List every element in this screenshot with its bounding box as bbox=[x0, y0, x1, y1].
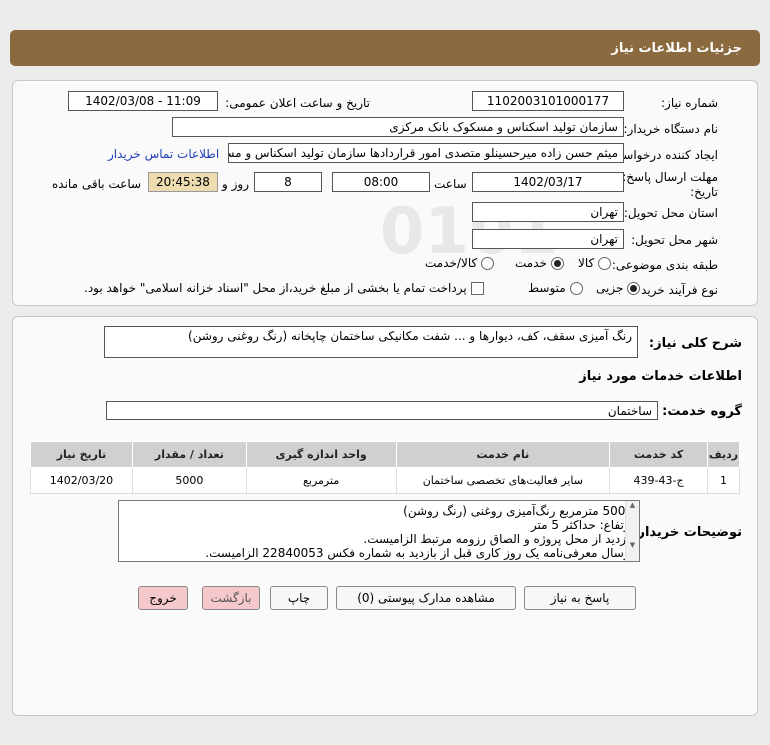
reply-button[interactable]: پاسخ به نیاز bbox=[524, 586, 636, 610]
table-header-row: ردیف کد خدمت نام خدمت واحد اندازه گیری ت… bbox=[30, 441, 740, 468]
page-title-bar: جزئیات اطلاعات نیاز bbox=[10, 30, 760, 66]
scroll-down-icon[interactable]: ▼ bbox=[626, 541, 639, 549]
deadline-date-field: 1402/03/17 bbox=[472, 172, 624, 192]
buyer-desc-label: توضیحات خریدار: bbox=[632, 525, 742, 540]
scroll-up-icon[interactable]: ▲ bbox=[626, 501, 639, 509]
exit-button[interactable]: خروج bbox=[138, 586, 188, 610]
process-minor-label: جزیی bbox=[596, 281, 624, 295]
page-title: جزئیات اطلاعات نیاز bbox=[611, 41, 742, 56]
announce-field: 1402/03/08 - 11:09 bbox=[68, 91, 218, 111]
summary-label: شرح کلی نیاز: bbox=[648, 336, 742, 351]
buyer-desc-box[interactable]: 5000 مترمربع رنگ‌آمیزی روغنی (رنگ روشن) … bbox=[118, 500, 640, 562]
deadline-time-label: ساعت bbox=[434, 177, 467, 191]
cell-service-name: سایر فعالیت‌های تخصصی ساختمان bbox=[395, 467, 611, 494]
process-option-medium[interactable]: متوسط bbox=[528, 281, 583, 295]
province-field: تهران bbox=[472, 202, 624, 222]
deadline-label-date: تاریخ: bbox=[690, 185, 718, 199]
attachments-button[interactable]: مشاهده مدارک پیوستی (0) bbox=[336, 586, 516, 610]
creator-field: میثم حسن زاده میرحسینلو متصدی امور قرارد… bbox=[228, 143, 624, 163]
cell-service-code: ج-43-439 bbox=[609, 467, 709, 494]
category-label: طبقه بندی موضوعی: bbox=[611, 258, 718, 272]
category-service-label: خدمت bbox=[515, 256, 547, 270]
service-group-field: ساختمان bbox=[106, 401, 658, 420]
process-medium-label: متوسط bbox=[528, 281, 566, 295]
category-goods-label: کالا bbox=[578, 256, 595, 270]
cell-need-date: 1402/03/20 bbox=[30, 467, 133, 494]
services-table: ردیف کد خدمت نام خدمت واحد اندازه گیری ت… bbox=[30, 441, 740, 494]
need-number-label: شماره نیاز: bbox=[661, 96, 718, 110]
days-field: 8 bbox=[254, 172, 322, 192]
city-field: تهران bbox=[472, 229, 624, 249]
announce-label: تاریخ و ساعت اعلان عمومی: bbox=[225, 96, 370, 110]
category-goods-radio[interactable] bbox=[598, 256, 612, 270]
summary-field: رنگ آمیزی سقف، کف، دیوارها و ... شفت مکا… bbox=[104, 326, 638, 358]
col-need-date: تاریخ نیاز bbox=[30, 441, 133, 468]
cell-quantity: 5000 bbox=[131, 467, 247, 494]
col-service-name: نام خدمت bbox=[395, 441, 611, 468]
city-label: شهر محل تحویل: bbox=[631, 233, 718, 247]
remaining-time-field: 20:45:38 bbox=[148, 172, 218, 192]
need-info-panel bbox=[12, 80, 758, 306]
buyer-desc-scrollbar[interactable]: ▲ ▼ bbox=[625, 501, 639, 561]
process-option-minor[interactable]: جزیی bbox=[596, 281, 641, 295]
deadline-time-field: 08:00 bbox=[332, 172, 430, 192]
table-row: 1 ج-43-439 سایر فعالیت‌های تخصصی ساختمان… bbox=[30, 467, 740, 494]
creator-label: ایجاد کننده درخواست: bbox=[607, 148, 718, 162]
buyer-desc-line: ارتفاع: حداکثر 5 متر bbox=[530, 518, 633, 532]
category-option-goods[interactable]: کالا bbox=[578, 256, 612, 270]
back-button[interactable]: بازگشت bbox=[202, 586, 260, 610]
treasury-payment-label: پرداخت تمام یا بخشی از مبلغ خرید،از محل … bbox=[84, 281, 467, 295]
cell-row-number: 1 bbox=[707, 467, 740, 494]
buyer-label: نام دستگاه خریدار: bbox=[623, 122, 719, 136]
need-number-field: 1102003101000177 bbox=[472, 91, 624, 111]
remaining-label: ساعت باقی مانده bbox=[52, 177, 142, 191]
service-group-label: گروه خدمت: bbox=[662, 404, 742, 419]
category-service-radio[interactable] bbox=[550, 256, 564, 270]
category-goods-service-radio[interactable] bbox=[481, 256, 495, 270]
process-label: نوع فرآیند خرید : bbox=[633, 283, 718, 297]
buyer-desc-line: بازدید از محل پروژه و الصاق رزومه مرتبط … bbox=[363, 532, 633, 546]
process-medium-radio[interactable] bbox=[569, 281, 583, 295]
buyer-desc-line: 5000 مترمربع رنگ‌آمیزی روغنی (رنگ روشن) bbox=[403, 504, 633, 518]
col-unit: واحد اندازه گیری bbox=[245, 441, 397, 468]
col-row-number: ردیف bbox=[707, 441, 740, 468]
category-option-service[interactable]: خدمت bbox=[515, 256, 564, 270]
col-quantity: تعداد / مقدار bbox=[131, 441, 247, 468]
services-heading: اطلاعات خدمات مورد نیاز bbox=[579, 369, 742, 384]
deadline-label: مهلت ارسال پاسخ: تا bbox=[611, 170, 718, 184]
buyer-desc-line: ارسال معرفی‌نامه یک روز کاری قبل از بازد… bbox=[205, 546, 633, 560]
treasury-payment-option[interactable]: پرداخت تمام یا بخشی از مبلغ خرید،از محل … bbox=[84, 281, 484, 295]
province-label: استان محل تحویل: bbox=[623, 206, 718, 220]
category-option-goods-service[interactable]: کالا/خدمت bbox=[425, 256, 495, 270]
category-goods-service-label: کالا/خدمت bbox=[425, 256, 478, 270]
buyer-contact-link[interactable]: اطلاعات تماس خریدار bbox=[108, 147, 219, 161]
cell-unit: مترمربع bbox=[245, 467, 397, 494]
col-service-code: کد خدمت bbox=[609, 441, 709, 468]
buyer-field: سازمان تولید اسکناس و مسکوک بانک مرکزی bbox=[172, 117, 624, 137]
print-button[interactable]: چاپ bbox=[270, 586, 328, 610]
process-minor-radio[interactable] bbox=[627, 281, 641, 295]
days-label: روز و bbox=[222, 177, 249, 191]
treasury-payment-checkbox[interactable] bbox=[470, 281, 484, 295]
services-table-wrap: ردیف کد خدمت نام خدمت واحد اندازه گیری ت… bbox=[30, 441, 740, 494]
